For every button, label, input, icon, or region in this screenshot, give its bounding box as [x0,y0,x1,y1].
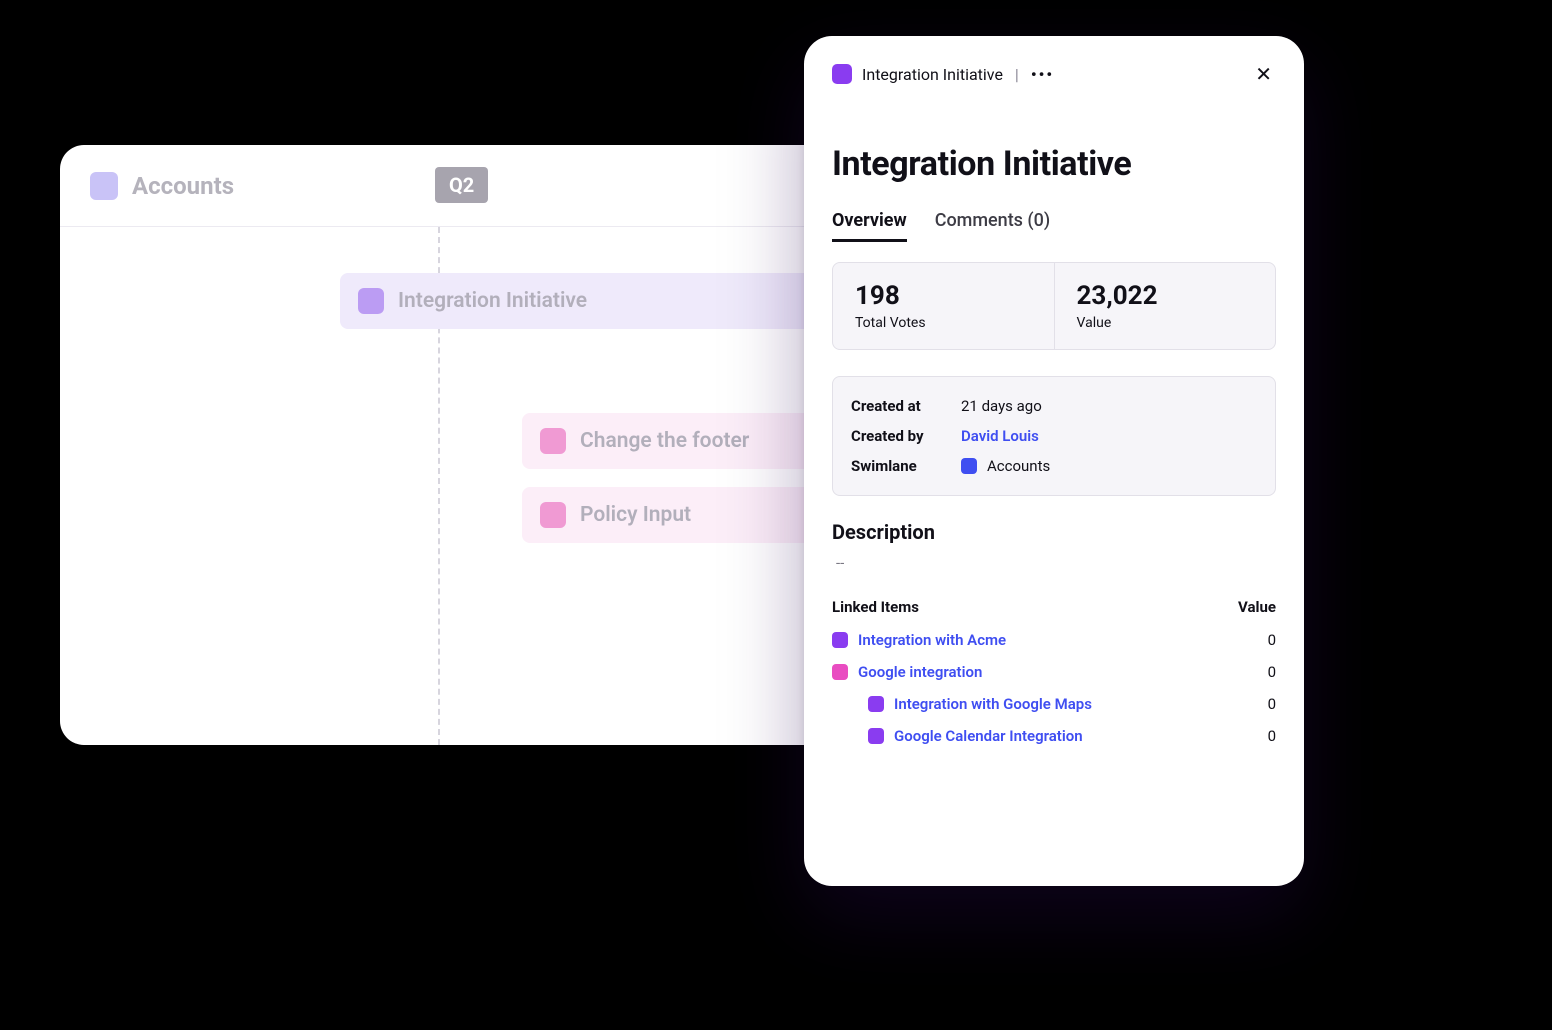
stat-label: Value [1077,315,1254,331]
bar-color-swatch [540,428,566,454]
meta-row-swimlane: Swimlane Accounts [851,451,1257,481]
linked-items-value-heading: Value [1238,598,1276,616]
breadcrumb-separator: | [1015,65,1019,84]
meta-value: Accounts [987,457,1050,475]
tab-comments[interactable]: Comments (0) [935,210,1050,242]
meta-value-user-link[interactable]: David Louis [961,427,1039,445]
close-icon[interactable]: ✕ [1251,58,1276,90]
linked-item-name: Google Calendar Integration [894,727,1236,745]
stat-value: 23,022 Value [1054,263,1276,349]
detail-panel: Integration Initiative | ••• ✕ Integrati… [804,36,1304,886]
linked-item[interactable]: Integration with Acme 0 [832,624,1276,656]
linked-item-color-swatch [868,696,884,712]
bar-color-swatch [358,288,384,314]
linked-item-name: Integration with Google Maps [894,695,1236,713]
stat-total-votes: 198 Total Votes [833,263,1054,349]
linked-item-value: 0 [1246,695,1276,713]
meta-key: Swimlane [851,457,951,475]
linked-item-value: 0 [1246,663,1276,681]
linked-item-color-swatch [832,664,848,680]
breadcrumb-color-swatch [832,64,852,84]
linked-items-heading: Linked Items [832,598,919,616]
description-body[interactable]: -- [832,554,1276,572]
quarter-marker: Q2 [435,167,488,203]
breadcrumb-title[interactable]: Integration Initiative [862,65,1003,84]
panel-title: Integration Initiative [832,144,1276,184]
meta-key: Created by [851,427,951,445]
bar-color-swatch [540,502,566,528]
meta-value: 21 days ago [961,397,1042,415]
stat-label: Total Votes [855,315,1032,331]
linked-item-value: 0 [1246,727,1276,745]
stat-value: 198 [855,281,1032,311]
linked-item-child[interactable]: Google Calendar Integration 0 [832,720,1276,752]
timeline-header: Accounts Q2 [60,145,890,227]
linked-item-color-swatch [868,728,884,744]
linked-items-header: Linked Items Value [832,598,1276,616]
linked-item-child[interactable]: Integration with Google Maps 0 [832,688,1276,720]
stat-value: 23,022 [1077,281,1254,311]
bar-label: Integration Initiative [398,289,587,313]
linked-item[interactable]: Google integration 0 [832,656,1276,688]
timeline-card: Accounts Q2 Integration Initiative ••• C… [60,145,890,745]
swimlane-color-swatch [961,458,977,474]
description-heading: Description [832,520,1276,544]
meta-key: Created at [851,397,951,415]
meta-row-created-by: Created by David Louis [851,421,1257,451]
bar-label: Policy Input [580,503,691,527]
timeline-bar-integration-initiative[interactable]: Integration Initiative ••• [340,273,860,329]
swimlane-color-swatch [90,172,118,200]
panel-header: Integration Initiative | ••• ✕ [832,58,1276,90]
panel-tabs: Overview Comments (0) [832,210,1276,242]
stats-row: 198 Total Votes 23,022 Value [832,262,1276,350]
more-icon[interactable]: ••• [1031,65,1054,84]
linked-item-name: Integration with Acme [858,631,1236,649]
linked-item-color-swatch [832,632,848,648]
linked-item-name: Google integration [858,663,1236,681]
meta-box: Created at 21 days ago Created by David … [832,376,1276,496]
timeline-body: Integration Initiative ••• Change the fo… [60,227,890,745]
bar-label: Change the footer [580,429,749,453]
meta-row-created-at: Created at 21 days ago [851,391,1257,421]
linked-items-list: Integration with Acme 0 Google integrati… [832,624,1276,752]
tab-overview[interactable]: Overview [832,210,907,242]
swimlane-title: Accounts [132,172,234,200]
linked-item-value: 0 [1246,631,1276,649]
